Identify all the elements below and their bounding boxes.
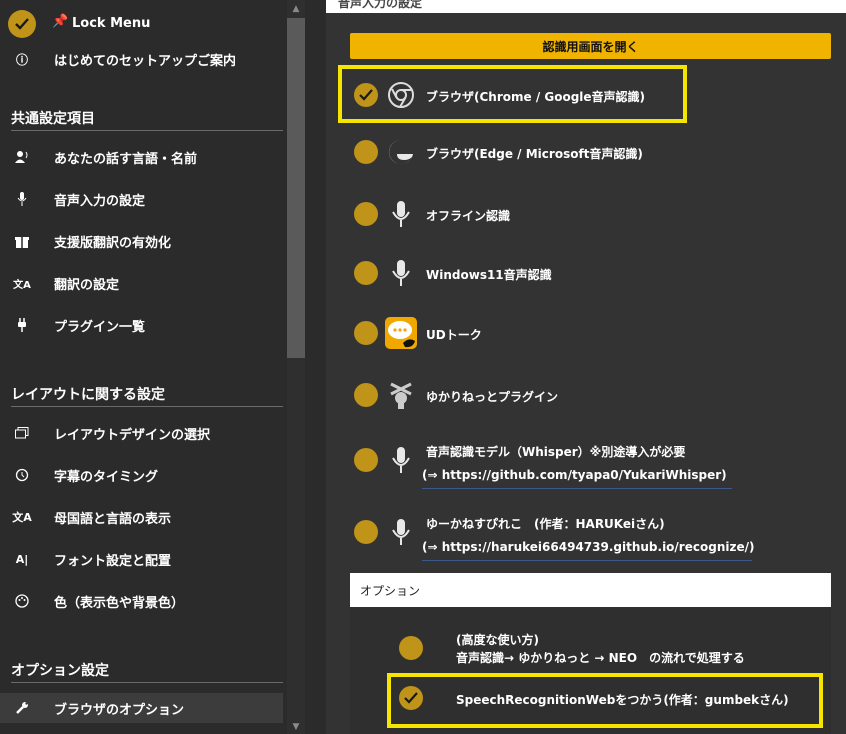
sidebar-item-colors[interactable]: 色（表示色や背景色） <box>0 586 283 616</box>
section-header-text: 音声入力の設定 <box>338 0 423 10</box>
advanced-label-line1: (高度な使い方) <box>456 633 539 647</box>
options-panel-title: オプション <box>350 573 831 607</box>
palette-icon <box>12 591 32 611</box>
sidebar-item-voice-input[interactable]: 音声入力の設定 <box>0 184 283 214</box>
radio-unselected[interactable] <box>354 140 378 164</box>
microphone-icon <box>385 257 417 289</box>
microphone-icon <box>385 198 417 230</box>
lock-menu-toggle[interactable] <box>8 10 36 38</box>
highlight-box <box>338 65 687 123</box>
plug-icon <box>12 315 32 335</box>
section-title-options: オプション設定 <box>11 663 109 679</box>
radio-unselected[interactable] <box>354 321 378 345</box>
option-yukarinette[interactable]: ゆかりねっとプラグイン <box>340 370 830 420</box>
font-icon: A| <box>15 552 29 566</box>
checkmark-icon <box>15 18 29 30</box>
divider <box>11 682 283 683</box>
divider <box>11 130 283 131</box>
option-udtalk[interactable]: UDトーク <box>340 308 830 358</box>
option-yukanespireco[interactable]: ゆーかねすぴれこ (作者：HARUKeiさん) (⇒ https://haruk… <box>340 508 830 564</box>
sidebar: 📌 Lock Menu ⓘ はじめてのセットアップご案内 共通設定項目 あなたの… <box>0 0 305 734</box>
sidebar-item-font-settings[interactable]: A| フォント設定と配置 <box>0 544 283 574</box>
sidebar-scrollbar-thumb[interactable] <box>287 18 305 358</box>
layout-icon <box>12 423 32 443</box>
radio-unselected[interactable] <box>354 202 378 226</box>
option-label: ゆーかねすぴれこ (作者：HARUKeiさん) <box>426 517 665 531</box>
sidebar-item-setup[interactable]: ⓘ はじめてのセットアップご案内 <box>0 44 283 74</box>
radio-unselected[interactable] <box>354 448 378 472</box>
gift-icon <box>12 231 32 251</box>
option-label: ゆかりねっとプラグイン <box>426 390 559 404</box>
option-windows11[interactable]: Windows11音声認識 <box>340 248 830 298</box>
advanced-label-line2: 音声認識→ ゆかりねっと → NEO の流れで処理する <box>456 651 745 665</box>
option-label: オフライン認識 <box>426 209 511 223</box>
whisper-link[interactable]: (⇒ https://github.com/tyapa0/YukariWhisp… <box>422 468 732 489</box>
scroll-down-icon[interactable]: ▼ <box>287 720 305 734</box>
info-icon: ⓘ <box>15 52 28 67</box>
option-edge[interactable]: ブラウザ(Edge / Microsoft音声認識) <box>340 127 830 177</box>
lock-menu-label: Lock Menu <box>72 16 151 31</box>
udtalk-icon <box>385 317 417 349</box>
option-offline[interactable]: オフライン認識 <box>340 189 830 239</box>
scroll-up-icon[interactable]: ▲ <box>287 2 305 16</box>
option-label: Windows11音声認識 <box>426 268 552 282</box>
sidebar-item-plugins[interactable]: プラグイン一覧 <box>0 310 283 340</box>
language-icon: 文A <box>12 511 32 524</box>
radio-unselected[interactable] <box>354 261 378 285</box>
sidebar-item-translation-settings[interactable]: 文A 翻訳の設定 <box>0 268 283 298</box>
sidebar-item-browser-options[interactable]: ブラウザのオプション <box>0 693 283 723</box>
section-header-strip: 音声入力の設定 <box>326 0 846 13</box>
yukanespireco-link[interactable]: (⇒ https://harukei66494739.github.io/rec… <box>422 540 754 561</box>
option-label: UDトーク <box>426 328 482 342</box>
translate-icon: 文A <box>13 279 31 291</box>
option-label: ブラウザ(Edge / Microsoft音声認識) <box>426 147 643 161</box>
radio-unselected[interactable] <box>354 383 378 407</box>
highlight-box <box>387 673 823 728</box>
option-label: 音声認識モデル（Whisper）※別途導入が必要 <box>426 445 686 459</box>
microphone-icon <box>385 516 417 548</box>
section-title-layout: レイアウトに関する設定 <box>11 387 165 403</box>
edge-icon <box>385 136 417 168</box>
yukarinette-icon <box>385 379 417 411</box>
person-voice-icon <box>12 147 32 167</box>
sidebar-item-language[interactable]: あなたの話す言語・名前 <box>0 142 283 172</box>
divider <box>11 406 283 407</box>
wrench-icon <box>12 698 32 718</box>
advanced-radio[interactable] <box>399 636 423 660</box>
microphone-icon <box>12 189 32 209</box>
sidebar-item-native-language[interactable]: 文A 母国語と言語の表示 <box>0 502 283 532</box>
sidebar-item-support-translation[interactable]: 支援版翻訳の有効化 <box>0 226 283 256</box>
open-recognition-screen-button[interactable]: 認識用画面を開く <box>350 33 831 59</box>
microphone-icon <box>385 444 417 476</box>
radio-unselected[interactable] <box>354 520 378 544</box>
option-whisper[interactable]: 音声認識モデル（Whisper）※別途導入が必要 (⇒ https://gith… <box>340 436 830 492</box>
sidebar-item-layout-design[interactable]: レイアウトデザインの選択 <box>0 418 283 448</box>
sidebar-item-subtitle-timing[interactable]: 字幕のタイミング <box>0 460 283 490</box>
section-title-common: 共通設定項目 <box>11 111 95 127</box>
pin-icon: 📌 <box>52 14 69 29</box>
clock-icon <box>12 465 32 485</box>
